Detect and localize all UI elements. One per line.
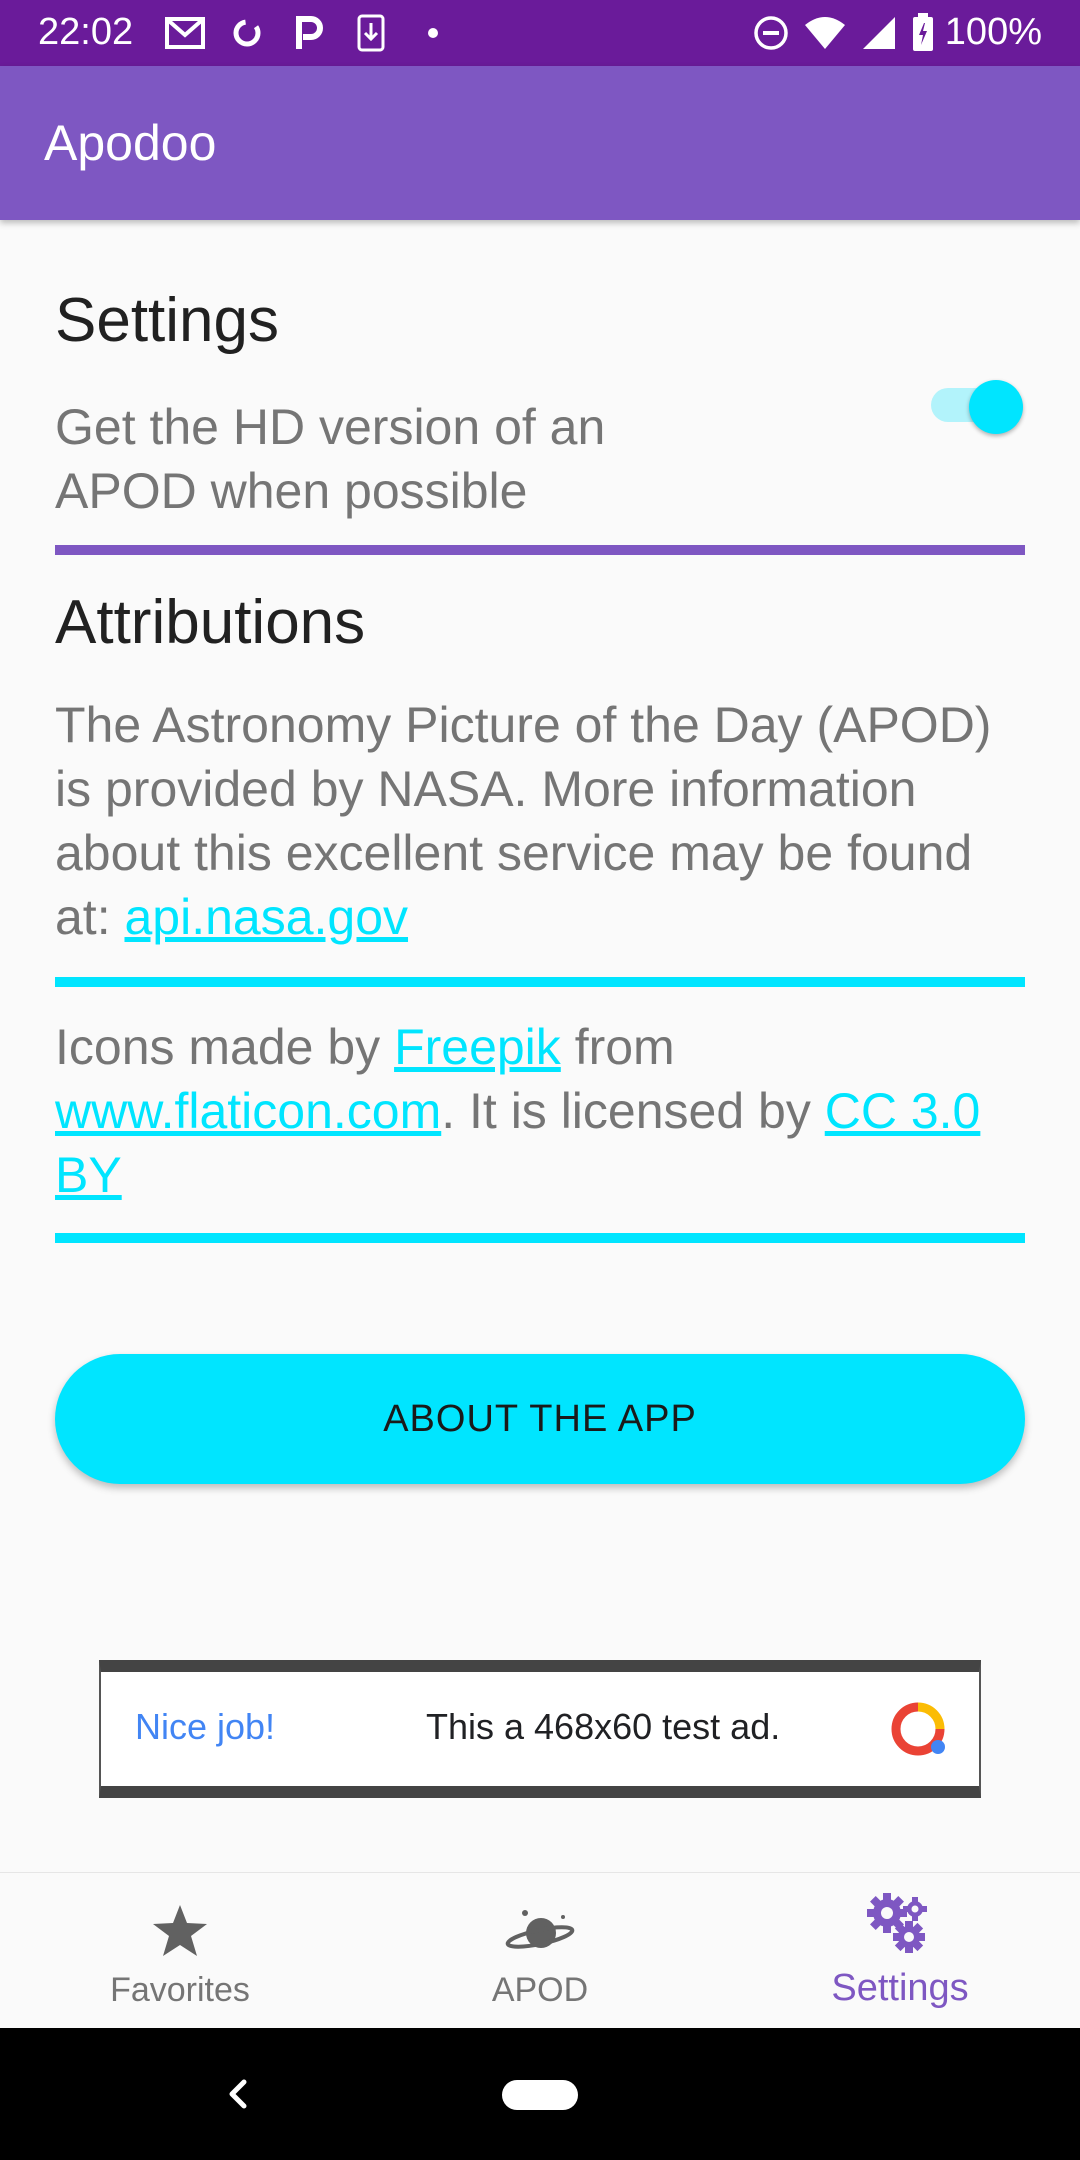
nav-label-favorites: Favorites: [110, 1971, 250, 2009]
nav-favorites[interactable]: Favorites: [0, 1873, 360, 2029]
admob-logo-icon: [891, 1702, 945, 1756]
p-icon: [289, 13, 329, 53]
notification-icons: [165, 13, 475, 53]
apod-attribution: The Astronomy Picture of the Day (APOD) …: [55, 693, 1035, 949]
dnd-icon: [753, 15, 789, 51]
ad-text: This a 468x60 test ad.: [426, 1706, 781, 1747]
icons-prefix: Icons made by: [55, 1019, 395, 1075]
icons-license: . It is licensed by: [441, 1083, 825, 1139]
back-icon[interactable]: [218, 2066, 258, 2122]
system-navigation-bar: [0, 2028, 1080, 2160]
icons-middle: from: [560, 1019, 675, 1075]
sync-icon: [227, 13, 267, 53]
attribution-divider-1: [55, 977, 1025, 987]
gears-icon: [720, 1891, 1080, 1955]
settings-heading: Settings: [55, 286, 280, 355]
dot-icon: [413, 13, 453, 53]
system-icons: 100%: [739, 11, 1042, 54]
test-ad-banner[interactable]: Nice job! This a 468x60 test ad.: [99, 1660, 981, 1798]
about-app-button[interactable]: ABOUT THE APP: [55, 1354, 1025, 1484]
battery-percent: 100%: [944, 11, 1042, 53]
nav-settings[interactable]: Settings: [720, 1873, 1080, 2029]
attributions-heading: Attributions: [55, 588, 366, 657]
status-time: 22:02: [38, 11, 134, 53]
attribution-divider-2: [55, 1233, 1025, 1243]
settings-divider: [55, 545, 1025, 555]
toggle-thumb: [969, 380, 1023, 434]
app-bar: Apodoo: [0, 66, 1080, 220]
bottom-navigation: Favorites APOD Settings: [0, 1872, 1080, 2028]
planet-icon: [360, 1905, 720, 1959]
freepik-link[interactable]: Freepik: [394, 1019, 561, 1075]
status-bar: 22:02 100%: [0, 0, 1080, 66]
home-button[interactable]: [502, 2080, 578, 2110]
ad-nice-job: Nice job!: [135, 1706, 276, 1747]
gmail-icon: [165, 13, 205, 53]
download-icon: [351, 13, 391, 53]
nav-label-apod: APOD: [491, 1971, 589, 2009]
star-icon: [0, 1903, 360, 1959]
hd-toggle[interactable]: [927, 373, 1023, 434]
battery-icon: [911, 12, 935, 53]
nav-label-settings: Settings: [831, 1967, 969, 2009]
wifi-icon: [803, 15, 847, 51]
flaticon-link[interactable]: www.flaticon.com: [55, 1083, 441, 1139]
nasa-api-link[interactable]: api.nasa.gov: [124, 889, 408, 945]
icons-attribution: Icons made by Freepik from www.flaticon.…: [55, 1015, 1035, 1207]
signal-icon: [861, 15, 897, 51]
app-title: Apodoo: [44, 115, 217, 171]
hd-setting-label: Get the HD version of an APOD when possi…: [55, 399, 606, 519]
nav-apod[interactable]: APOD: [360, 1873, 720, 2029]
